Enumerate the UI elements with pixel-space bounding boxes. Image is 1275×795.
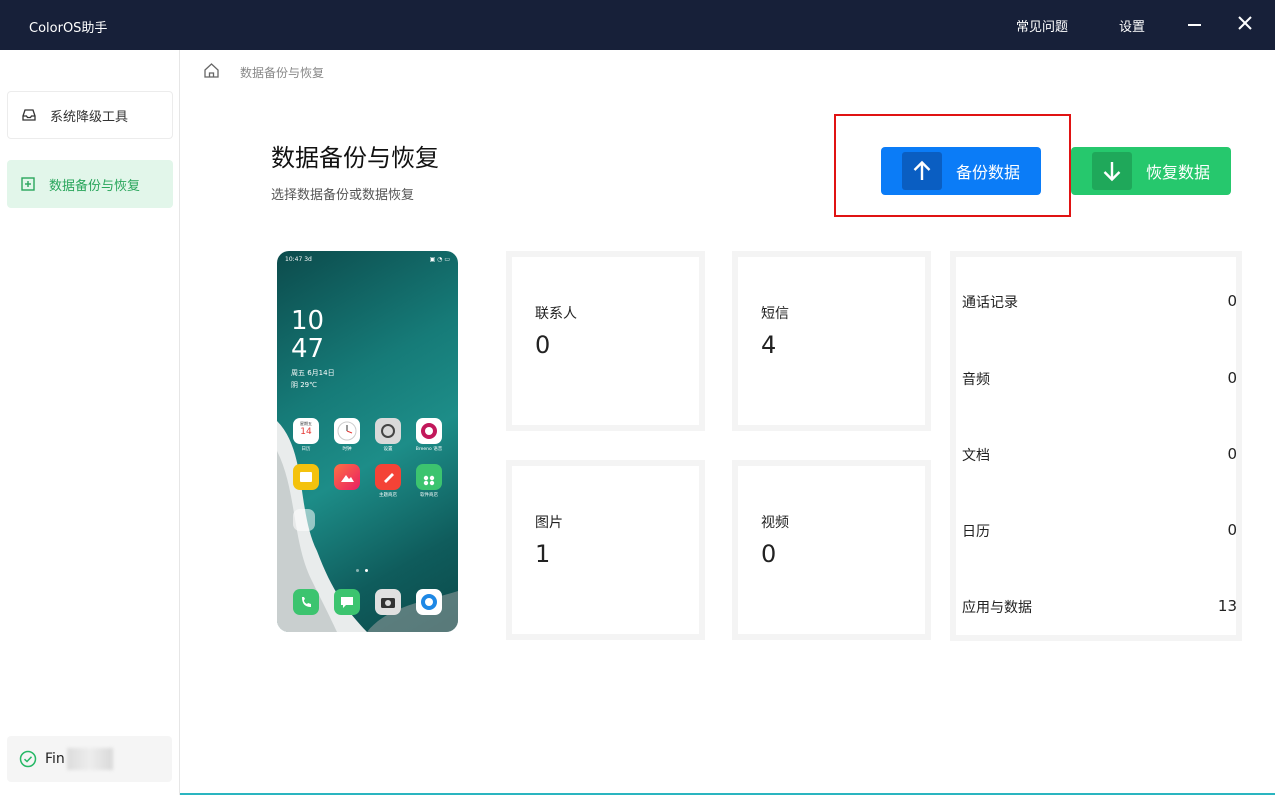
check-circle-icon xyxy=(19,750,37,768)
videos-card: 视频 0 xyxy=(732,460,931,640)
messages-app-icon xyxy=(334,589,360,615)
card-label: 图片 xyxy=(535,515,563,531)
faq-link[interactable]: 常见问题 xyxy=(1016,16,1068,35)
files-app-icon xyxy=(293,464,319,490)
card-label: 联系人 xyxy=(535,306,577,322)
connected-device[interactable]: Fin xyxy=(7,736,172,782)
app-label: 软件商店 xyxy=(420,493,438,498)
clock-app-icon xyxy=(334,418,360,444)
photos-card: 图片 1 xyxy=(506,460,705,640)
list-item-label: 文档 xyxy=(962,448,990,464)
list-item: 文档 0 xyxy=(959,445,1237,465)
sidebar-item-downgrade-tool[interactable]: 系统降级工具 xyxy=(7,91,173,139)
sidebar-item-label: 系统降级工具 xyxy=(50,109,129,125)
page-indicator xyxy=(356,569,359,572)
settings-app-icon xyxy=(375,418,401,444)
list-item: 通话记录 0 xyxy=(959,292,1237,312)
arrow-up-icon xyxy=(902,152,942,190)
app-store-icon xyxy=(416,464,442,490)
list-item: 音频 0 xyxy=(959,369,1237,389)
arrow-down-icon xyxy=(1092,152,1132,190)
list-item: 应用与数据 13 xyxy=(959,597,1237,617)
backup-button-label: 备份数据 xyxy=(956,163,1021,182)
card-value: 0 xyxy=(761,540,777,568)
list-item-label: 应用与数据 xyxy=(962,600,1032,616)
list-item-value: 13 xyxy=(1217,597,1237,615)
photos-app-icon xyxy=(334,464,360,490)
list-item-label: 日历 xyxy=(962,524,990,540)
theme-store-app-icon xyxy=(375,464,401,490)
phone-date: 周五 6月14日 阴 29℃ xyxy=(291,369,335,389)
list-item-label: 通话记录 xyxy=(962,295,1018,311)
phone-app-icon xyxy=(293,589,319,615)
backup-button[interactable]: 备份数据 xyxy=(881,147,1041,195)
calendar-app-icon: 星期五 14 xyxy=(293,418,319,444)
phone-clock: 10 47 xyxy=(291,306,325,364)
app-label: 日历 xyxy=(301,447,311,452)
phone-preview: 10:47 3d ▣ ◔ ▭ 10 47 周五 6月14日 阴 29℃ 星期五 … xyxy=(277,251,458,632)
sidebar: 系统降级工具 数据备份与恢复 Fin xyxy=(0,50,180,795)
card-value: 4 xyxy=(761,331,777,359)
camera-app-icon xyxy=(375,589,401,615)
list-item-label: 音频 xyxy=(962,372,990,388)
phone-status-icons: ▣ ◔ ▭ xyxy=(429,256,450,263)
breadcrumb: 数据备份与恢复 xyxy=(240,66,325,80)
list-item-value: 0 xyxy=(1227,521,1237,539)
folder-icon xyxy=(293,509,315,531)
minimize-icon[interactable] xyxy=(1188,24,1201,26)
app-title: ColorOS助手 xyxy=(29,21,108,36)
card-label: 短信 xyxy=(761,306,789,322)
breeno-app-icon xyxy=(416,418,442,444)
app-label: 设置 xyxy=(383,447,393,452)
phone-status-time: 10:47 3d xyxy=(285,256,312,263)
sms-card: 短信 4 xyxy=(732,251,931,431)
app-label: Breeno 语音 xyxy=(415,447,443,452)
home-icon[interactable] xyxy=(203,62,220,79)
title-bar: ColorOS助手 常见问题 设置 xyxy=(0,0,1275,50)
app-label: 主题商店 xyxy=(379,493,397,498)
app-label: 时钟 xyxy=(342,447,352,452)
close-icon[interactable] xyxy=(1236,14,1254,32)
card-label: 视频 xyxy=(761,515,789,531)
restore-button-label: 恢复数据 xyxy=(1146,163,1211,182)
settings-link[interactable]: 设置 xyxy=(1119,16,1145,35)
list-item-value: 0 xyxy=(1227,445,1237,463)
card-value: 0 xyxy=(535,331,551,359)
sidebar-item-label: 数据备份与恢复 xyxy=(49,178,141,194)
data-summary-list: 通话记录 0 音频 0 文档 0 日历 0 应用与数据 13 xyxy=(950,251,1242,641)
restore-button[interactable]: 恢复数据 xyxy=(1071,147,1231,195)
page-indicator xyxy=(365,569,368,572)
list-item-value: 0 xyxy=(1227,292,1237,310)
page-title: 数据备份与恢复 xyxy=(271,144,439,172)
sidebar-item-backup-restore[interactable]: 数据备份与恢复 xyxy=(7,160,173,208)
inbox-icon xyxy=(21,107,37,123)
card-value: 1 xyxy=(535,540,551,568)
device-name: Fin xyxy=(45,751,65,767)
redacted-device-name xyxy=(66,748,113,770)
list-item: 日历 0 xyxy=(959,521,1237,541)
page-subtitle: 选择数据备份或数据恢复 xyxy=(271,188,415,203)
list-item-value: 0 xyxy=(1227,369,1237,387)
contacts-card: 联系人 0 xyxy=(506,251,705,431)
backup-icon xyxy=(20,176,36,192)
browser-app-icon xyxy=(416,589,442,615)
